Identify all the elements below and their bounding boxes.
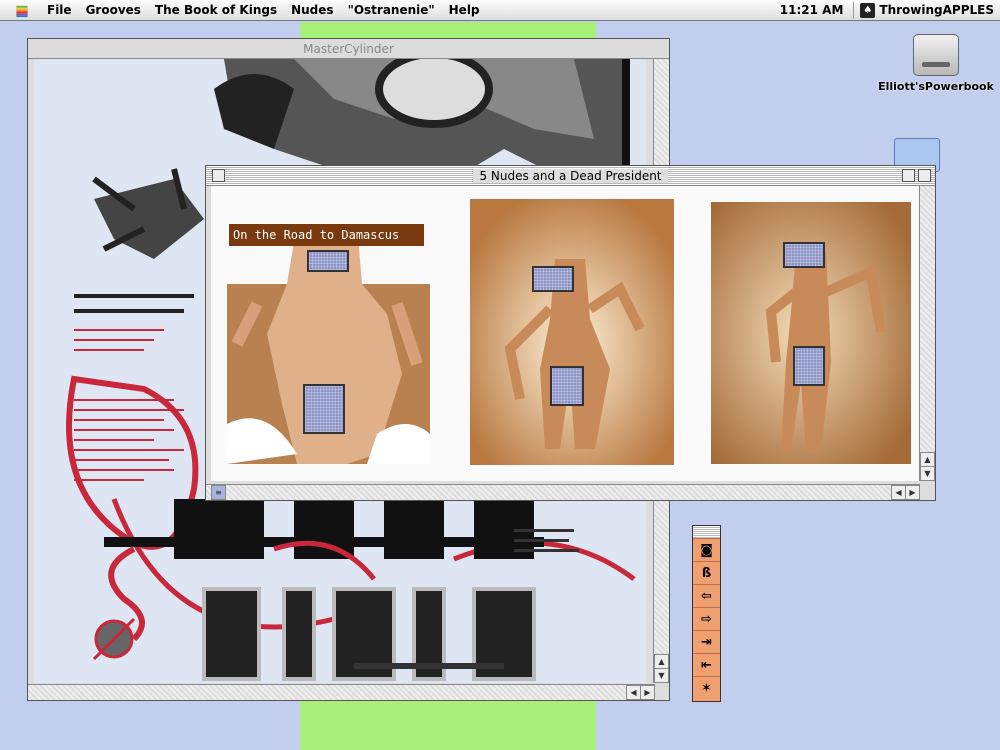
- camera-icon[interactable]: ◙: [693, 539, 720, 562]
- photo-1-caption: On the Road to Damascus: [229, 224, 424, 246]
- zoom-box-icon[interactable]: [902, 169, 915, 182]
- scroll-left-arrow-icon[interactable]: ◀: [626, 685, 641, 700]
- nudes-horizontal-scrollbar[interactable]: ≡ ◀ ▶: [206, 484, 920, 500]
- censor-box: [532, 266, 574, 292]
- first-page-icon[interactable]: ⇤: [693, 654, 720, 677]
- back-arrow-icon[interactable]: ⇦: [693, 585, 720, 608]
- collapse-box-icon[interactable]: [918, 169, 931, 182]
- menu-file[interactable]: File: [40, 3, 79, 17]
- palette-titlebar[interactable]: [693, 526, 720, 539]
- censor-box: [550, 366, 584, 406]
- hard-disk-desktop-icon[interactable]: Elliott'sPowerbook: [878, 34, 994, 93]
- navigation-palette: ◙ ß ⇦ ⇨ ⇥ ⇤ ✶: [692, 525, 721, 702]
- photo-2: [470, 199, 674, 465]
- last-page-icon[interactable]: ⇥: [693, 631, 720, 654]
- master-cylinder-titlebar[interactable]: MasterCylinder: [28, 39, 669, 59]
- menu-bar: File Grooves The Book of Kings Nudes "Os…: [0, 0, 1000, 21]
- home-icon[interactable]: ß: [693, 562, 720, 585]
- nudes-titlebar[interactable]: 5 Nudes and a Dead President: [206, 166, 935, 186]
- nudes-vertical-scrollbar[interactable]: ▲ ▼: [919, 186, 935, 481]
- scroll-down-arrow-icon[interactable]: ▼: [654, 668, 669, 683]
- scroll-right-arrow-icon[interactable]: ▶: [905, 485, 920, 500]
- menu-help[interactable]: Help: [442, 3, 487, 17]
- censor-box: [307, 250, 349, 272]
- photo-2-image: [470, 199, 674, 465]
- menu-nudes[interactable]: Nudes: [284, 3, 340, 17]
- nudes-photo-panel: On the Road to Damascus: [211, 186, 920, 481]
- close-box-icon[interactable]: [212, 169, 225, 182]
- application-menu[interactable]: ♠ ThrowingAPPLES: [854, 2, 1000, 18]
- application-name: ThrowingAPPLES: [879, 3, 994, 17]
- scroll-up-arrow-icon[interactable]: ▲: [920, 452, 935, 467]
- censor-box: [303, 384, 345, 434]
- menubar-clock[interactable]: 11:21 AM: [770, 3, 854, 17]
- master-cylinder-title: MasterCylinder: [297, 41, 400, 56]
- forward-arrow-icon[interactable]: ⇨: [693, 608, 720, 631]
- apple-icon[interactable]: [14, 3, 30, 18]
- menu-book-of-kings[interactable]: The Book of Kings: [148, 3, 284, 17]
- hard-disk-label: Elliott'sPowerbook: [878, 80, 994, 93]
- nudes-window-title: 5 Nudes and a Dead President: [473, 168, 668, 183]
- censor-box: [793, 346, 825, 386]
- scroll-left-arrow-icon[interactable]: ◀: [891, 485, 906, 500]
- master-cylinder-horizontal-scrollbar[interactable]: ◀ ▶: [28, 684, 655, 700]
- nudes-window: 5 Nudes and a Dead President On the Road…: [205, 165, 936, 501]
- star-icon[interactable]: ✶: [693, 677, 720, 699]
- menu-grooves[interactable]: Grooves: [79, 3, 148, 17]
- menu-ostranenie[interactable]: "Ostranenie": [341, 3, 442, 17]
- app-icon: ♠: [860, 2, 876, 18]
- scroll-thumb[interactable]: ≡: [211, 485, 226, 500]
- scroll-right-arrow-icon[interactable]: ▶: [640, 685, 655, 700]
- scroll-up-arrow-icon[interactable]: ▲: [654, 654, 669, 669]
- censor-box: [783, 242, 825, 268]
- hard-disk-icon: [913, 34, 959, 76]
- scroll-down-arrow-icon[interactable]: ▼: [920, 466, 935, 481]
